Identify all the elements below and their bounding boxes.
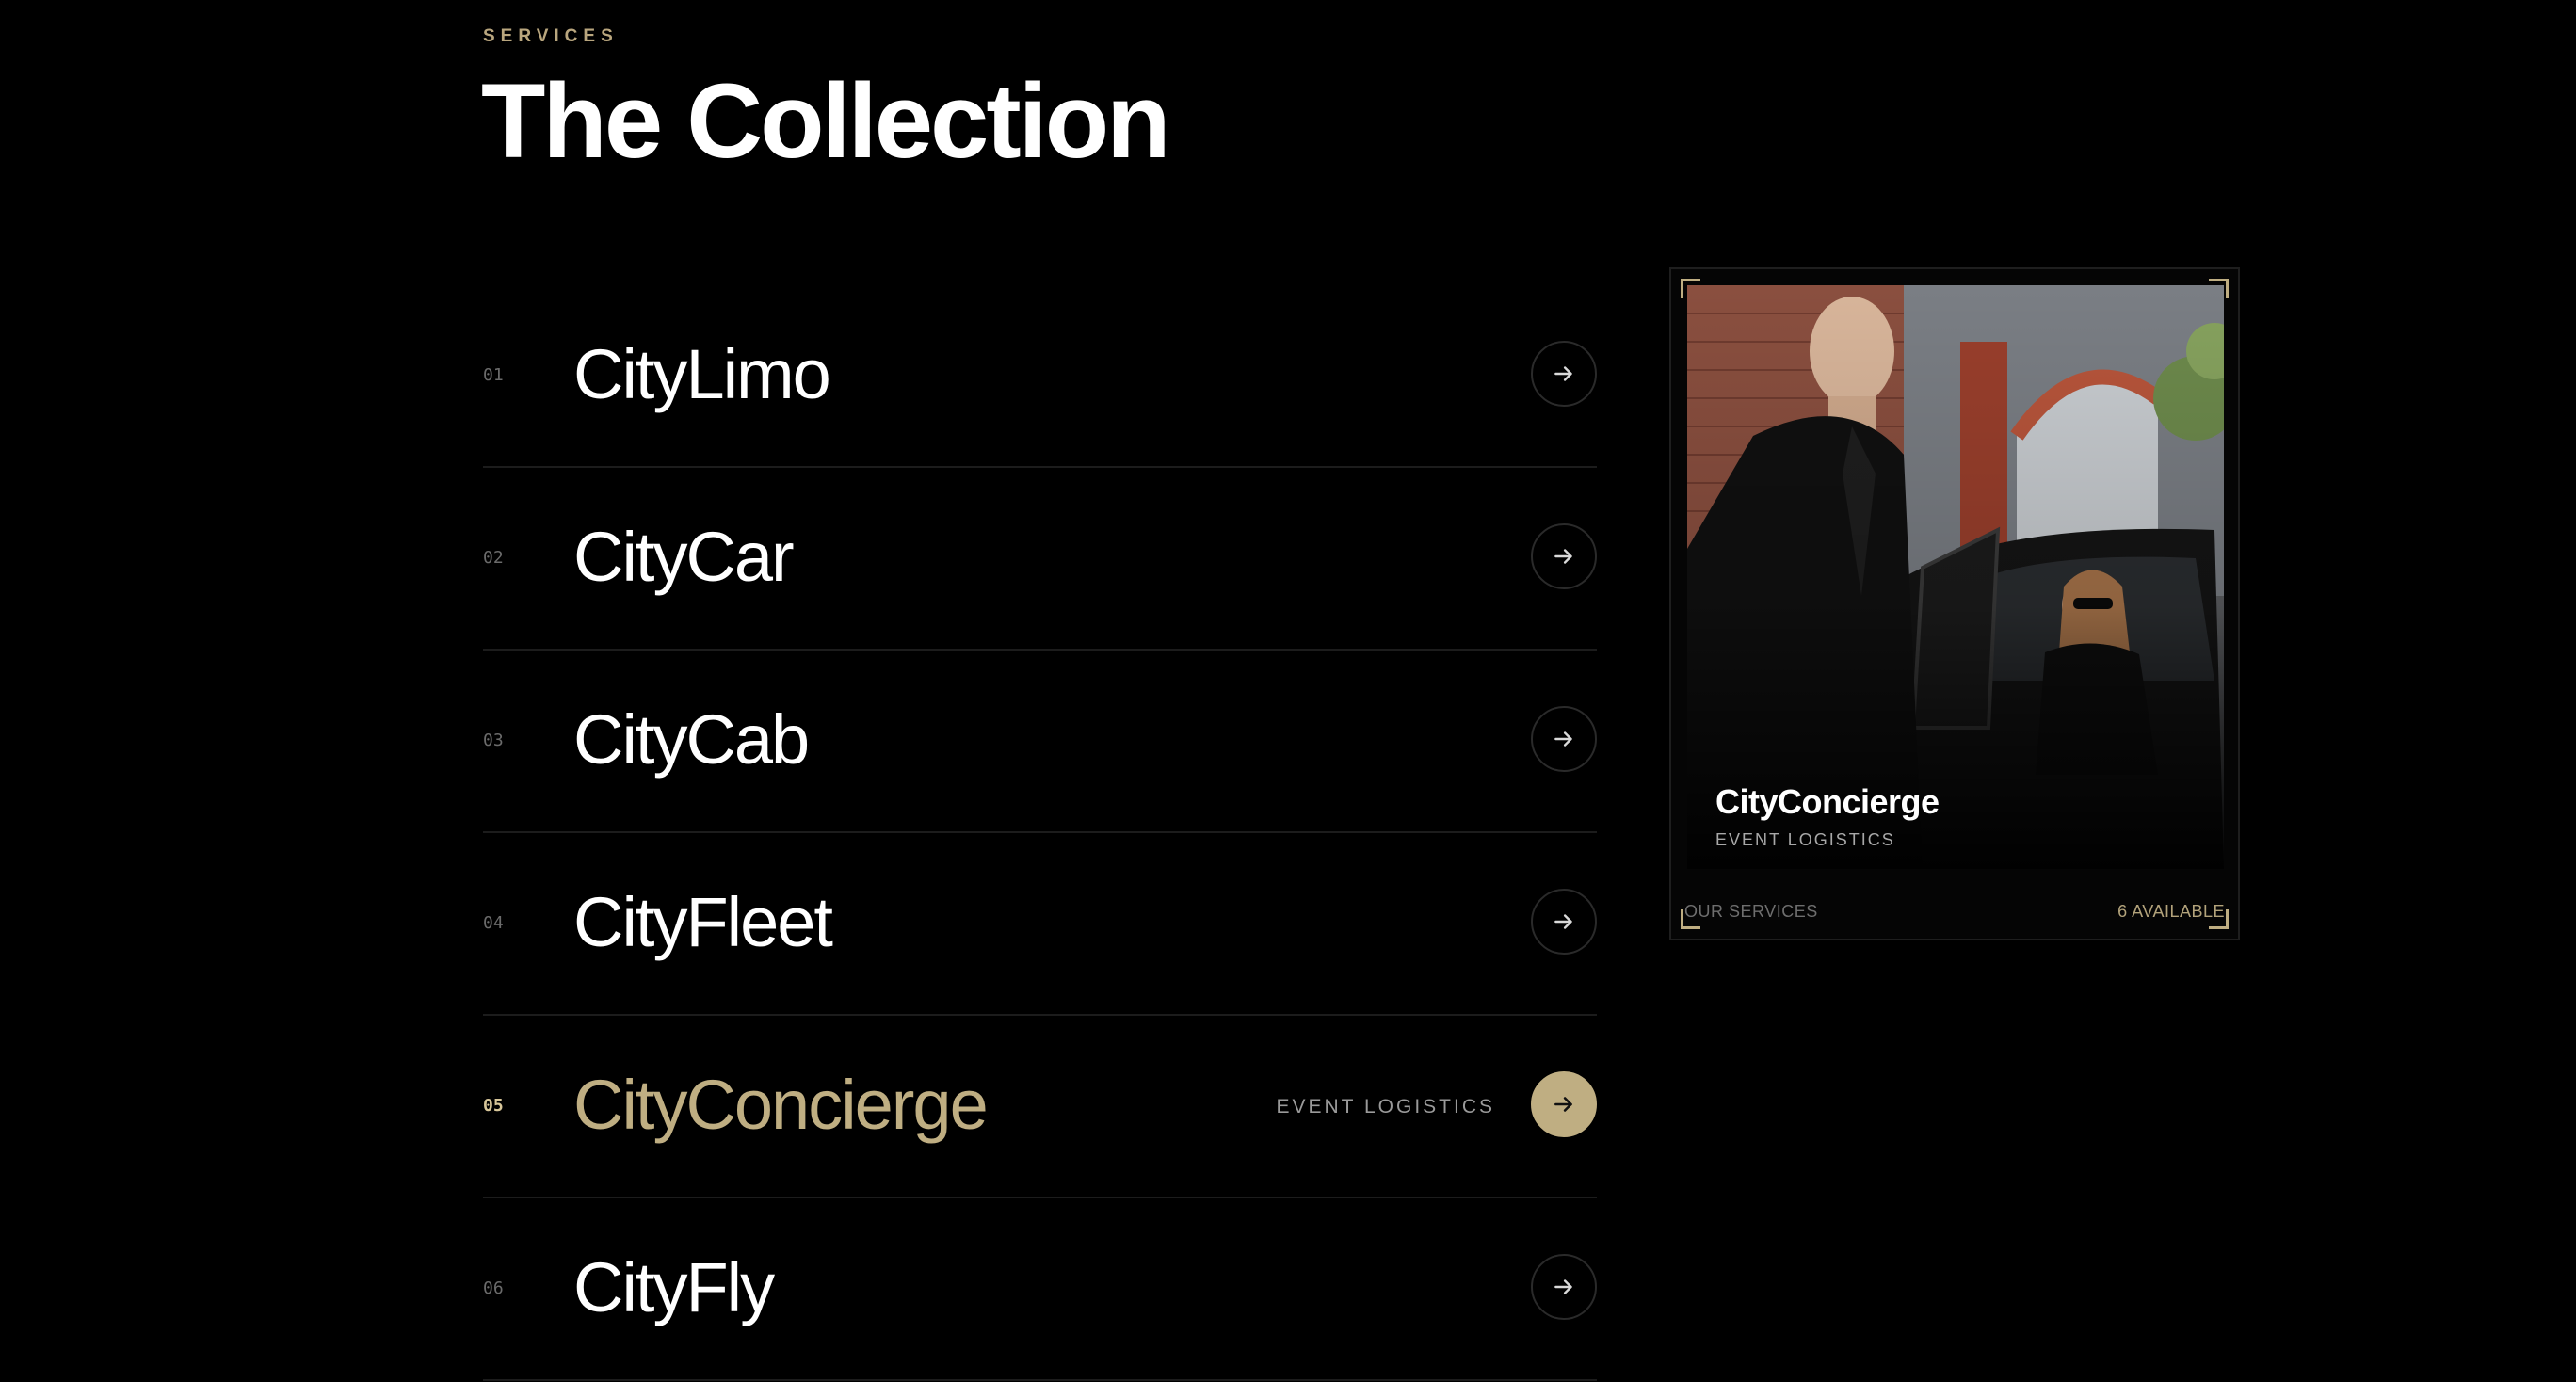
arrow-right-icon [1554,366,1572,381]
section-eyebrow: SERVICES [483,26,619,46]
open-service-button[interactable] [1531,889,1597,955]
frame-corner-bottom-left [1681,909,1700,929]
open-service-button[interactable] [1531,341,1597,407]
service-name[interactable]: CityFleet [573,888,833,957]
service-name[interactable]: CityLimo [573,340,831,410]
service-number: 06 [483,1278,504,1298]
preview-footer-label: OUR SERVICES [1684,902,1818,921]
arrow-right-icon [1554,1279,1572,1294]
open-service-button[interactable] [1531,523,1597,589]
service-number: 01 [483,365,504,385]
service-name[interactable]: CityConcierge [573,1070,989,1140]
service-preview-photo [1687,285,2224,869]
page-title: The Collection [481,62,1171,180]
service-name[interactable]: CityCab [573,705,810,775]
service-tag: EVENT LOGISTICS [1276,1096,1495,1117]
service-number: 02 [483,548,504,568]
service-number: 05 [483,1096,504,1116]
frame-corner-top-right [2209,279,2229,298]
service-number: 03 [483,731,504,750]
chauffeur-photo-illustration [1687,285,2224,869]
open-service-button[interactable] [1531,706,1597,772]
arrow-right-icon [1554,1097,1572,1112]
service-name[interactable]: CityCar [573,522,795,592]
service-row-citycab[interactable]: 03 CityCab [483,651,1597,833]
service-name[interactable]: CityFly [573,1253,775,1323]
service-row-cityconcierge[interactable]: 05 CityConcierge EVENT LOGISTICS [483,1016,1597,1198]
arrow-right-icon [1554,549,1572,564]
service-row-citylimo[interactable]: 01 CityLimo [483,285,1597,468]
service-row-cityfleet[interactable]: 04 CityFleet [483,833,1597,1016]
service-preview-card[interactable]: CityConcierge EVENT LOGISTICS OUR SERVIC… [1669,267,2240,940]
service-row-citycar[interactable]: 02 CityCar [483,468,1597,651]
frame-corner-bottom-right [2209,909,2229,929]
frame-corner-top-left [1681,279,1700,298]
preview-subtitle: EVENT LOGISTICS [1715,830,1895,849]
preview-title: CityConcierge [1715,782,1940,821]
arrow-right-icon [1554,914,1572,929]
services-page: SERVICES The Collection 01 CityLimo 02 C… [0,0,2576,1382]
service-list: 01 CityLimo 02 CityCar 03 CityCab 04 Cit… [483,285,1597,1381]
open-service-button[interactable] [1531,1071,1597,1137]
service-row-cityfly[interactable]: 06 CityFly [483,1198,1597,1381]
service-number: 04 [483,913,504,933]
arrow-right-icon [1554,731,1572,747]
open-service-button[interactable] [1531,1254,1597,1320]
